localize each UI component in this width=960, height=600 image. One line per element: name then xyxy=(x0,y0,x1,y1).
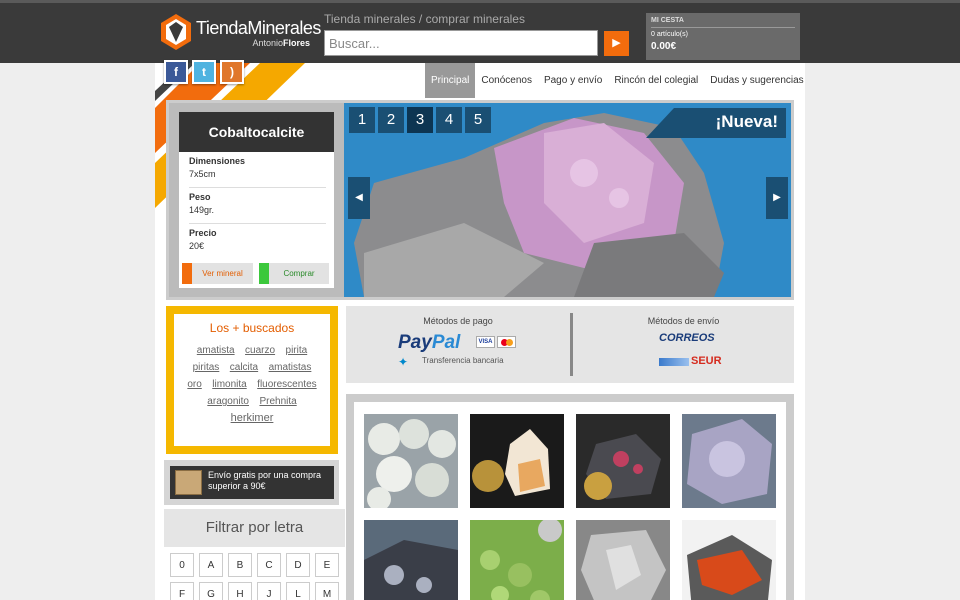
cart-item-count: 0 artículo(s) xyxy=(651,31,688,38)
product-thumbnail[interactable] xyxy=(576,520,670,600)
letter-button[interactable]: A xyxy=(199,553,223,577)
delivery-methods-title: Métodos de envío xyxy=(647,316,720,326)
bank-star-icon: ✦ xyxy=(398,355,409,369)
nav-item-rincon-colegial[interactable]: Rincón del colegial xyxy=(608,63,704,98)
product-thumbnail[interactable] xyxy=(682,520,776,600)
visa-icon: VISA xyxy=(476,336,495,348)
new-badge: ¡Nueva! xyxy=(646,108,786,138)
tag-link[interactable]: oro xyxy=(187,377,201,392)
product-thumbnail[interactable] xyxy=(364,520,458,600)
letter-button[interactable]: 0 xyxy=(170,553,194,577)
bank-transfer-label: Transferencia bancaria xyxy=(422,356,504,365)
site-tagline: Tienda minerales / comprar minerales xyxy=(324,12,525,26)
arrow-left-icon: ◀ xyxy=(355,192,363,203)
rss-icon[interactable]: ) xyxy=(220,60,244,84)
play-arrow-icon: ▶ xyxy=(612,37,621,49)
featured-mineral-card: Cobaltocalcite Dimensiones 7x5cm Peso 14… xyxy=(179,112,334,288)
box-icon xyxy=(175,470,202,495)
free-shipping-banner: Envío gratis por una compra superior a 9… xyxy=(164,460,339,505)
search-button[interactable]: ▶ xyxy=(604,31,629,56)
cart-total: 0.00€ xyxy=(651,41,677,52)
slide-button-5[interactable]: 5 xyxy=(465,107,491,133)
slide-pagination: 1 2 3 4 5 xyxy=(349,107,491,133)
letter-button[interactable]: H xyxy=(228,582,252,600)
slide-button-1[interactable]: 1 xyxy=(349,107,375,133)
most-searched-title: Los + buscados xyxy=(209,321,295,335)
slide-button-4[interactable]: 4 xyxy=(436,107,462,133)
letter-button[interactable]: M xyxy=(315,582,339,600)
mineral-price: Precio 20€ xyxy=(189,228,217,251)
letter-button[interactable]: L xyxy=(286,582,310,600)
letter-button[interactable]: D xyxy=(286,553,310,577)
paypal-logo: PayPal xyxy=(398,332,461,353)
tag-link[interactable]: amatista xyxy=(197,343,235,358)
payment-methods: Métodos de pago PayPal VISA ✦ Transferen… xyxy=(346,306,570,383)
card-actions: Ver mineral Comprar xyxy=(182,263,332,284)
free-shipping-text: Envío gratis por una compra superior a 9… xyxy=(208,470,322,491)
letter-button[interactable]: C xyxy=(257,553,281,577)
product-thumbnail[interactable] xyxy=(576,414,670,508)
letter-filter: Filtrar por letra 0 A B C D E F G H J L … xyxy=(164,509,345,600)
tag-link[interactable]: limonita xyxy=(212,377,246,392)
tag-link[interactable]: calcita xyxy=(230,360,258,375)
letter-button[interactable]: F xyxy=(170,582,194,600)
letter-button[interactable]: J xyxy=(257,582,281,600)
mineral-dimensions: Dimensiones 7x5cm xyxy=(189,152,326,188)
cart-title: MI CESTA xyxy=(651,17,795,28)
logo-subtitle: AntonioFlores xyxy=(252,38,310,48)
product-thumbnail[interactable] xyxy=(470,414,564,508)
letter-grid: 0 A B C D E F G H J L M xyxy=(164,547,345,600)
letter-filter-title: Filtrar por letra xyxy=(164,509,345,547)
mastercard-icon xyxy=(497,336,516,348)
letter-button[interactable]: E xyxy=(315,553,339,577)
product-gallery xyxy=(346,394,794,600)
payment-methods-title: Métodos de pago xyxy=(423,316,493,326)
correos-logo: CORREOS xyxy=(659,332,715,344)
product-thumbnail[interactable] xyxy=(682,414,776,508)
product-thumbnail[interactable] xyxy=(470,520,564,600)
product-thumbnail[interactable] xyxy=(364,414,458,508)
buy-button[interactable]: Comprar xyxy=(259,263,329,284)
nav-item-conocenos[interactable]: Conócenos xyxy=(475,63,538,98)
logo-title: TiendaMinerales xyxy=(196,18,321,38)
tag-link[interactable]: fluorescentes xyxy=(257,377,316,392)
view-mineral-button[interactable]: Ver mineral xyxy=(182,263,253,284)
search-input[interactable]: Buscar... xyxy=(324,30,598,56)
main-nav: Principal Conócenos Pago y envío Rincón … xyxy=(425,63,810,98)
nav-item-pago-envio[interactable]: Pago y envío xyxy=(538,63,608,98)
slider-next-button[interactable]: ▶ xyxy=(766,177,788,219)
slide-button-3[interactable]: 3 xyxy=(407,107,433,133)
arrow-right-icon: ▶ xyxy=(773,192,781,203)
nav-item-principal[interactable]: Principal xyxy=(425,63,476,98)
mineral-name: Cobaltocalcite xyxy=(179,112,334,152)
site-logo[interactable]: TiendaMinerales AntonioFlores xyxy=(160,13,321,55)
letter-button[interactable]: G xyxy=(199,582,223,600)
badge-text: ¡Nueva! xyxy=(715,112,778,131)
slide-button-2[interactable]: 2 xyxy=(378,107,404,133)
tag-link[interactable]: amatistas xyxy=(269,360,312,375)
slider-prev-button[interactable]: ◀ xyxy=(348,177,370,219)
cart-widget[interactable]: MI CESTA 0 artículo(s) 0.00€ xyxy=(646,13,800,60)
tag-link[interactable]: aragonito xyxy=(207,394,249,409)
twitter-icon[interactable]: t xyxy=(192,60,216,84)
top-header: TiendaMinerales AntonioFlores Tienda min… xyxy=(0,0,960,63)
social-links: f t ) xyxy=(164,60,244,86)
tag-link[interactable]: pirita xyxy=(286,343,308,358)
letter-button[interactable]: B xyxy=(228,553,252,577)
mineral-weight: Peso 149gr. xyxy=(189,188,326,224)
most-searched-box: Los + buscados amatista cuarzo pirita pi… xyxy=(166,306,338,454)
facebook-icon[interactable]: f xyxy=(164,60,188,84)
payment-delivery-methods: Métodos de pago PayPal VISA ✦ Transferen… xyxy=(346,306,794,383)
seur-logo: SEUR xyxy=(659,355,725,368)
tag-link[interactable]: Prehnita xyxy=(259,394,296,409)
tag-link[interactable]: piritas xyxy=(193,360,220,375)
tag-link[interactable]: cuarzo xyxy=(245,343,275,358)
tag-link[interactable]: herkimer xyxy=(231,411,274,426)
logo-crystal-icon xyxy=(161,14,191,50)
delivery-methods: Métodos de envío CORREOS SEUR xyxy=(573,306,794,383)
tag-cloud: amatista cuarzo pirita piritas calcita a… xyxy=(174,341,330,426)
nav-item-dudas[interactable]: Dudas y sugerencias xyxy=(704,63,809,98)
